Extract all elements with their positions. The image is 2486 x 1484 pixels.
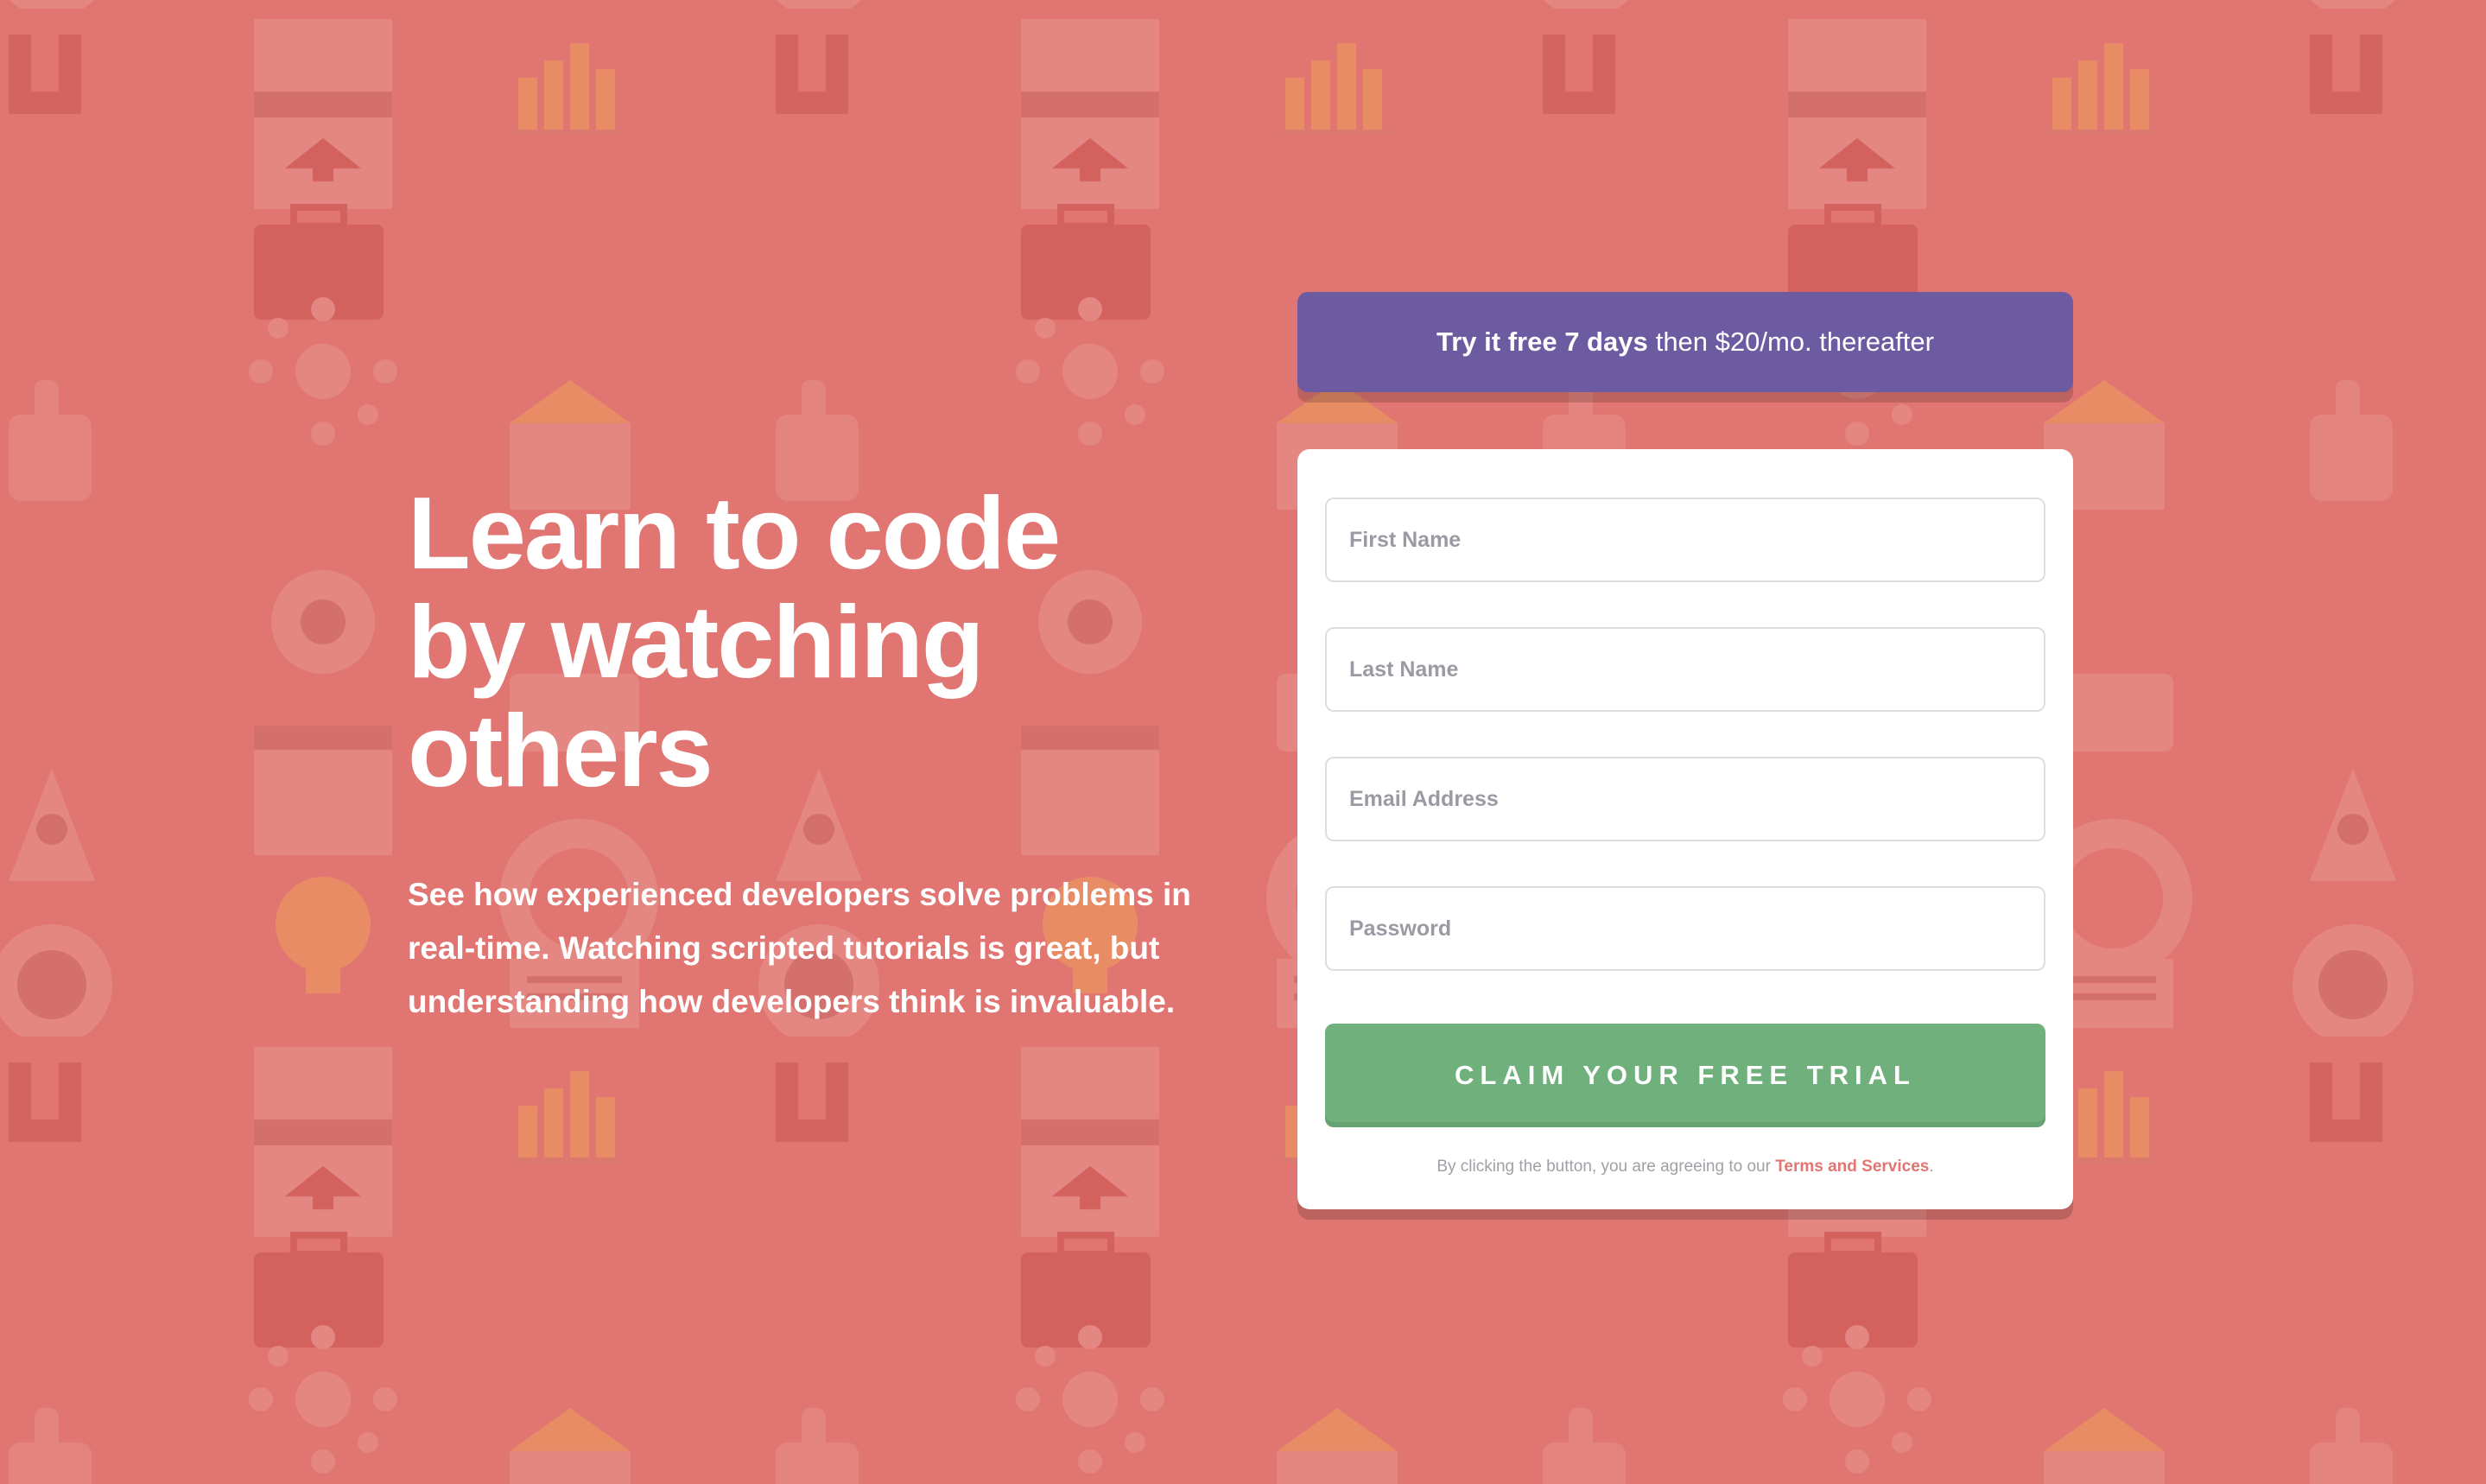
terms-link[interactable]: Terms and Services xyxy=(1775,1157,1929,1176)
legal-notice: By clicking the button, you are agreeing… xyxy=(1297,1157,2073,1176)
first-name-input[interactable] xyxy=(1325,498,2045,582)
offer-rest: then $20/mo. thereafter xyxy=(1655,327,1934,357)
last-name-input[interactable] xyxy=(1325,627,2045,712)
claim-free-trial-button[interactable]: Claim your free trial xyxy=(1325,1024,2045,1127)
offer-highlight: Try it free 7 days xyxy=(1436,327,1648,357)
offer-banner: Try it free 7 days then $20/mo. thereaft… xyxy=(1297,292,2073,392)
hero-section: Learn to code by watching others See how… xyxy=(408,479,1202,1029)
email-input[interactable] xyxy=(1325,757,2045,841)
hero-description: See how experienced developers solve pro… xyxy=(408,877,1191,1019)
hero-headline: Learn to code by watching others xyxy=(408,476,1061,809)
signup-form: Claim your free trial By clicking the bu… xyxy=(1297,449,2073,1209)
legal-prefix: By clicking the button, you are agreeing… xyxy=(1436,1157,1771,1176)
legal-suffix: . xyxy=(1929,1157,1934,1176)
password-input[interactable] xyxy=(1325,886,2045,971)
background-icon-pattern xyxy=(0,0,2486,1484)
